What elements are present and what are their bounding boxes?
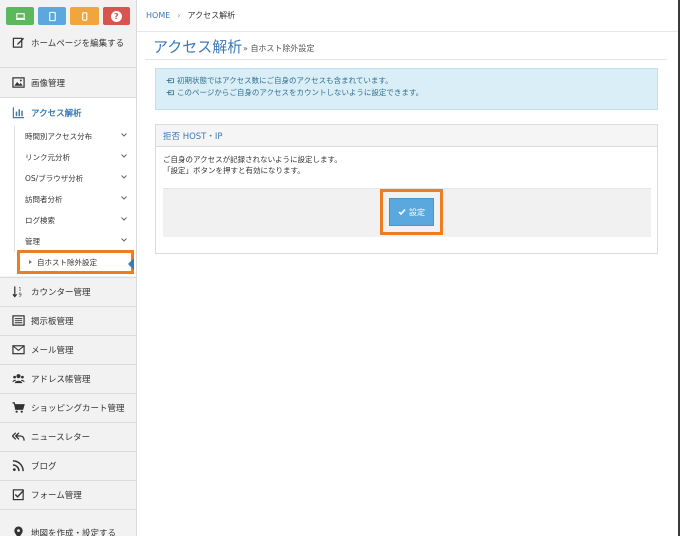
sidebar-item-address-book[interactable]: アドレス帳管理 xyxy=(0,364,136,393)
submenu-item-manage[interactable]: 管理 xyxy=(14,231,136,252)
panel-body: ご自身のアクセスが記録されないように設定します。 「設定」ボタンを押すと有効にな… xyxy=(156,147,657,176)
divider xyxy=(0,509,136,510)
svg-text:9: 9 xyxy=(18,293,21,298)
sidebar-item-image[interactable]: 画像管理 xyxy=(0,68,136,97)
info-text-2: このページからご自身のアクセスをカウントしないように設定できます。 xyxy=(177,88,424,97)
submenu-item-self-host-exclude[interactable]: 自ホスト除外設定 xyxy=(17,250,134,274)
submenu-item-os-browser[interactable]: OS/ブラウザ分析 xyxy=(14,168,136,189)
bar-chart-icon xyxy=(11,106,25,120)
sidebar-item-label: フォーム管理 xyxy=(31,490,82,501)
action-bar: 設定 xyxy=(163,188,651,237)
sidebar-item-blog[interactable]: ブログ xyxy=(0,451,136,480)
sidebar-item-label: 画像管理 xyxy=(31,78,66,89)
sidebar-item-label: ショッピングカート管理 xyxy=(31,403,125,414)
chevron-down-icon xyxy=(121,196,127,200)
hand-pointer-icon xyxy=(166,78,175,84)
info-alert: 初期状態ではアクセス数にご自身のアクセスも含まれています。 このページからご自身… xyxy=(155,68,658,110)
laptop-icon xyxy=(15,12,25,20)
sidebar-item-label: 掲示板管理 xyxy=(31,316,74,327)
reply-all-icon xyxy=(11,430,25,444)
chevron-down-icon xyxy=(121,175,127,179)
sidebar-item-counter[interactable]: 19 カウンター管理 xyxy=(0,277,136,306)
active-pointer xyxy=(128,258,134,270)
chevron-down-icon xyxy=(121,154,127,158)
info-line: このページからご自身のアクセスをカウントしないように設定できます。 xyxy=(166,87,647,99)
submenu-label: 自ホスト除外設定 xyxy=(37,257,97,267)
caret-right-icon xyxy=(29,260,32,264)
sidebar-item-newsletter[interactable]: ニュースレター xyxy=(0,422,136,451)
panel-description-1: ご自身のアクセスが記録されないように設定します。 xyxy=(163,155,342,164)
sidebar-item-label: アドレス帳管理 xyxy=(31,374,91,385)
mobile-view-button[interactable] xyxy=(70,7,99,25)
sidebar-item-map[interactable]: 地図を作成・設定する xyxy=(0,518,136,536)
breadcrumb-home-link[interactable]: HOME xyxy=(146,11,170,20)
chevron-down-icon xyxy=(121,217,127,221)
submenu-item-visitor[interactable]: 訪問者分析 xyxy=(14,189,136,210)
submenu-label: 管理 xyxy=(25,237,40,246)
submenu-label: 訪問者分析 xyxy=(25,195,63,204)
panel-title: 拒否 HOST・IP xyxy=(156,125,657,147)
help-button[interactable]: ? xyxy=(102,7,130,25)
sidebar-item-bbs[interactable]: 掲示板管理 xyxy=(0,306,136,335)
info-text-1: 初期状態ではアクセス数にご自身のアクセスも含まれています。 xyxy=(177,76,393,85)
check-icon xyxy=(398,209,406,216)
shopping-cart-icon xyxy=(11,401,25,415)
submenu-item-log-search[interactable]: ログ検索 xyxy=(14,210,136,231)
breadcrumb-current: アクセス解析 xyxy=(187,11,236,20)
envelope-icon xyxy=(11,343,25,357)
sidebar-item-label: 地図を作成・設定する xyxy=(31,528,117,536)
highlight-box: 設定 xyxy=(380,189,443,235)
sidebar-item-label: ホームページを編集する xyxy=(31,38,125,49)
pc-view-button[interactable] xyxy=(6,7,35,25)
sidebar-item-label: カウンター管理 xyxy=(31,287,91,298)
breadcrumb: HOME › アクセス解析 xyxy=(137,0,678,32)
users-icon xyxy=(11,372,25,386)
chevron-down-icon xyxy=(121,238,127,242)
submenu-item-referrer[interactable]: リンク元分析 xyxy=(14,147,136,168)
sidebar-item-label: アクセス解析 xyxy=(31,108,82,119)
rss-icon xyxy=(11,459,25,473)
deny-host-panel: 拒否 HOST・IP ご自身のアクセスが記録されないように設定します。 「設定」… xyxy=(155,124,658,254)
panel-description-2: 「設定」ボタンを押すと有効になります。 xyxy=(163,166,305,175)
breadcrumb-chevron-icon: › xyxy=(177,11,181,20)
submenu-label: 時間別アクセス分布 xyxy=(25,132,93,141)
submenu-label: OS/ブラウザ分析 xyxy=(25,174,84,183)
checkbox-icon xyxy=(11,488,25,502)
svg-text:1: 1 xyxy=(18,287,21,293)
edit-icon xyxy=(11,36,25,50)
settings-button[interactable]: 設定 xyxy=(389,198,434,226)
info-line: 初期状態ではアクセス数にご自身のアクセスも含まれています。 xyxy=(166,75,647,87)
map-marker-icon xyxy=(11,526,25,536)
question-icon: ? xyxy=(110,10,122,22)
tablet-view-button[interactable] xyxy=(38,7,67,25)
sidebar-item-label: ニュースレター xyxy=(31,432,91,443)
divider xyxy=(145,59,667,60)
tablet-icon xyxy=(49,11,56,21)
submenu-label: リンク元分析 xyxy=(25,153,70,162)
chevron-down-icon xyxy=(121,133,127,137)
submenu-item-hourly[interactable]: 時間別アクセス分布 xyxy=(14,126,136,147)
sort-number-icon: 19 xyxy=(11,285,25,299)
top-buttons: ? xyxy=(0,0,136,28)
sidebar-item-cart[interactable]: ショッピングカート管理 xyxy=(0,393,136,422)
sidebar-item-label: ブログ xyxy=(31,461,57,472)
image-icon xyxy=(11,76,25,90)
page-subtitle: » 自ホスト除外設定 xyxy=(243,44,315,53)
list-icon xyxy=(11,314,25,328)
app-frame: ? ホームページを編集する 画像管理 アクセス解析 時間別アクセス分布 リンク元… xyxy=(0,0,678,536)
submenu-label: ログ検索 xyxy=(25,216,55,225)
mobile-icon xyxy=(82,11,88,21)
sidebar-item-edit[interactable]: ホームページを編集する xyxy=(0,28,136,57)
sidebar-item-mail[interactable]: メール管理 xyxy=(0,335,136,364)
page-title: アクセス解析 xyxy=(153,38,243,56)
sidebar-item-form[interactable]: フォーム管理 xyxy=(0,480,136,509)
hand-pointer-icon xyxy=(166,90,175,96)
sidebar: ? ホームページを編集する 画像管理 アクセス解析 時間別アクセス分布 リンク元… xyxy=(0,0,137,536)
sidebar-item-label: メール管理 xyxy=(31,345,74,356)
settings-button-label: 設定 xyxy=(409,207,425,217)
